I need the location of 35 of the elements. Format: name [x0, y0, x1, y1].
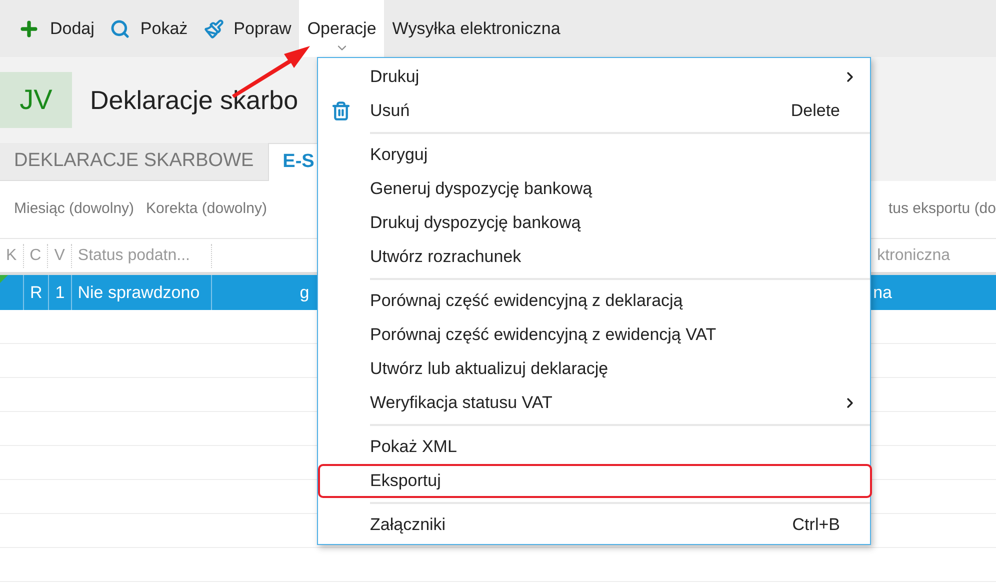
table-cell: Nie sprawdzono	[72, 275, 212, 310]
toolbar-button[interactable]: Dodaj	[10, 0, 102, 57]
menu-item[interactable]: Porównaj część ewidencyjną z ewidencją VAT	[370, 318, 870, 352]
menu-item[interactable]: Drukuj dyspozycję bankową	[370, 206, 870, 240]
menu-item[interactable]: Weryfikacja statusu VAT	[370, 386, 870, 420]
menu-item[interactable]: Porównaj część ewidencyjną z deklaracją	[370, 284, 870, 318]
menu-item[interactable]: Załączniki Ctrl+B	[370, 508, 870, 542]
search-icon	[110, 18, 130, 38]
menu-item[interactable]: Pokaż XML	[370, 430, 870, 464]
menu-item[interactable]: Generuj dyspozycję bankową	[370, 172, 870, 206]
shortcut-label: Delete	[790, 100, 840, 122]
menu-item[interactable]: Eksportuj	[318, 464, 872, 498]
menu-item[interactable]: Utwórz lub aktualizuj deklarację	[370, 352, 870, 386]
menu-item[interactable]: Drukuj	[318, 60, 870, 94]
shortcut-label: Ctrl+B	[792, 514, 840, 536]
table-cell-text: g	[300, 282, 310, 304]
tab[interactable]: DEKLARACJE SKARBOWE	[0, 143, 268, 181]
toolbar-button[interactable]: Pokaż	[102, 0, 196, 57]
toolbar-button[interactable]: Wysyłka elektroniczna	[384, 0, 568, 57]
menu-item[interactable]: Usuń Delete	[318, 94, 870, 128]
filter-dropdown[interactable]: Miesiąc (dowolny)	[14, 198, 134, 221]
trash-icon	[331, 101, 351, 121]
table-cell: R	[24, 275, 50, 310]
toolbar-button[interactable]: Popraw	[196, 0, 300, 57]
app-badge: JV	[0, 72, 72, 128]
filter-dropdown[interactable]: tus eksportu (do	[888, 198, 996, 221]
toolbar-button[interactable]: Operacje	[299, 0, 384, 57]
page-title: Deklaracje skarbo	[90, 84, 298, 116]
filter-dropdown[interactable]: Korekta (dowolny)	[146, 198, 267, 221]
brush-icon	[204, 18, 224, 38]
menu-item[interactable]: Koryguj	[370, 138, 870, 172]
corner-marker-icon	[0, 275, 8, 283]
table-cell-text: na	[873, 282, 893, 304]
table-cell: 1	[49, 275, 72, 310]
menu-item[interactable]: Utwórz rozrachunek	[370, 240, 870, 274]
